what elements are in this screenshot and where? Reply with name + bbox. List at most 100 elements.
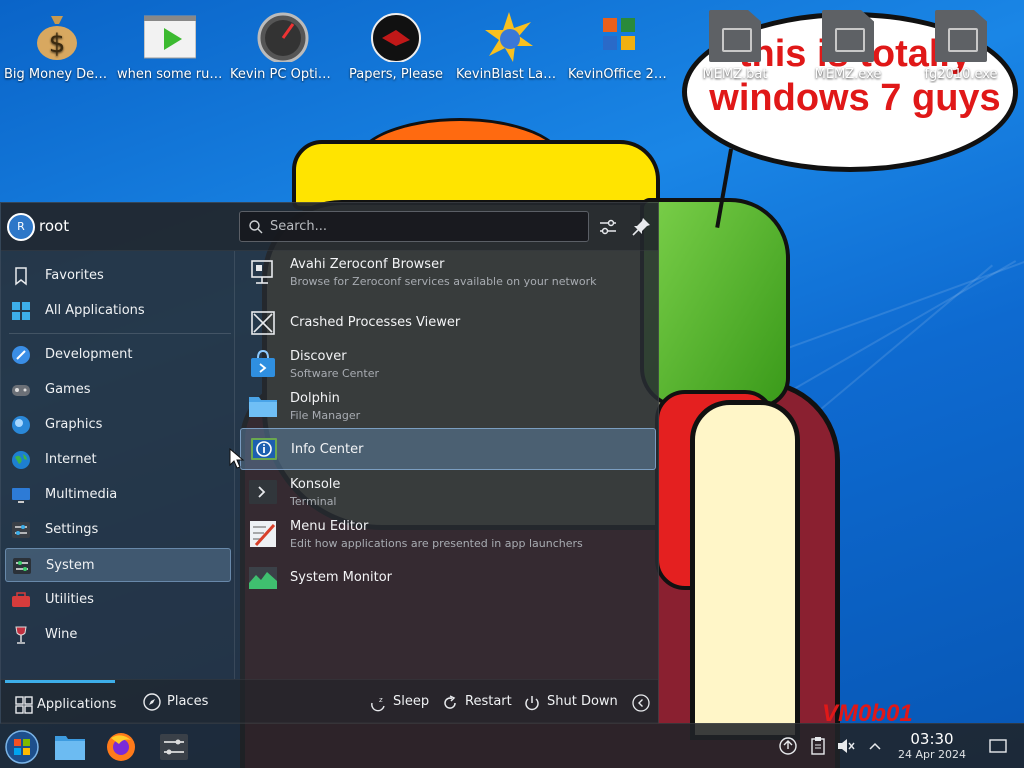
username[interactable]: root [39, 217, 69, 235]
network-browser-icon [251, 260, 273, 284]
clock-time[interactable]: 03:30 [900, 730, 964, 748]
play-video-icon [143, 10, 197, 62]
system-monitor-icon [249, 567, 277, 589]
info-center-icon [251, 438, 277, 460]
launcher-footer: Applications Places z Sleep Restart Shut… [1, 679, 658, 724]
app-menu-editor[interactable]: Menu Editor Edit how applications are pr… [240, 513, 656, 555]
sidebar-item-development[interactable]: Development [5, 338, 231, 372]
desktop-icon-memz-exe[interactable]: MEMZ.exe [793, 2, 903, 83]
application-launcher: R root Favorites All Applications Develo… [0, 202, 659, 724]
desktop-icon-kevinblast[interactable]: KevinBlast Launcher [454, 2, 564, 83]
sidebar-item-system[interactable]: System [5, 548, 231, 582]
taskbar-firefox[interactable] [101, 728, 141, 766]
desktop-icon-papers-please[interactable]: Papers, Please [341, 2, 451, 83]
app-dolphin[interactable]: Dolphin File Manager [240, 385, 656, 427]
desktop-icon-memz-bat[interactable]: MEMZ.bat [680, 2, 790, 83]
taskbar: 03:30 24 Apr 2024 [0, 723, 1024, 768]
application-list: Avahi Zeroconf Browser Browse for Zeroco… [237, 251, 659, 679]
category-sidebar: Favorites All Applications Development G… [1, 251, 235, 679]
more-actions-button[interactable] [632, 680, 652, 725]
desktop-icon-video[interactable]: when some russian runs a... [115, 2, 225, 83]
svg-text:$: $ [49, 29, 66, 59]
search-input[interactable] [270, 212, 580, 241]
crash-viewer-icon [251, 311, 275, 335]
sidebar-item-wine[interactable]: Wine [5, 618, 231, 652]
show-desktop-icon[interactable] [988, 736, 1008, 756]
sidebar-item-settings[interactable]: Settings [5, 513, 231, 547]
compass-icon [143, 693, 161, 711]
desktop-icon-fg2010[interactable]: fg2010.exe [906, 2, 1016, 83]
start-button[interactable] [2, 728, 42, 766]
development-icon [12, 346, 30, 364]
utilities-icon [12, 592, 30, 607]
tab-applications[interactable]: Applications [5, 680, 116, 725]
svg-text:z: z [379, 696, 383, 704]
wine-glass-icon [15, 626, 27, 644]
clipboard-icon[interactable] [808, 736, 828, 756]
shut-down-button[interactable]: Shut Down [523, 680, 618, 725]
sidebar-item-utilities[interactable]: Utilities [5, 583, 231, 617]
sidebar-item-multimedia[interactable]: Multimedia [5, 478, 231, 512]
updates-icon[interactable] [778, 736, 798, 756]
folder-icon [249, 397, 277, 417]
desktop-icon-kevin-optimizer[interactable]: Kevin PC Optimizer Ho... [228, 2, 338, 83]
start-orb-icon [5, 730, 39, 764]
wallpaper-arm [690, 400, 800, 740]
app-system-monitor[interactable]: System Monitor [240, 557, 656, 599]
system-icon [13, 558, 31, 574]
avatar[interactable]: R [7, 213, 35, 241]
search-icon [249, 220, 263, 234]
speedometer-icon [257, 10, 309, 64]
sidebar-divider [9, 333, 231, 334]
money-bag-icon: $ [31, 10, 83, 62]
papers-please-icon [370, 10, 422, 63]
sidebar-item-graphics[interactable]: Graphics [5, 408, 231, 442]
search-box[interactable] [239, 211, 589, 242]
power-icon [525, 696, 539, 711]
exe-file-icon [822, 10, 874, 62]
batch-file-icon [709, 10, 761, 62]
mouse-cursor-icon [229, 448, 245, 469]
launcher-header: R root [1, 203, 658, 251]
settings-sliders-icon [12, 522, 30, 538]
configure-icon[interactable] [596, 215, 620, 239]
expand-tray-icon[interactable] [865, 736, 885, 756]
app-info-center[interactable]: Info Center [240, 428, 656, 470]
bookmark-icon [15, 267, 27, 286]
sleep-icon: z [371, 696, 385, 712]
taskbar-file-manager[interactable] [50, 728, 90, 766]
apps-grid-icon [15, 696, 33, 714]
sidebar-item-games[interactable]: Games [5, 373, 231, 407]
system-settings-icon [160, 734, 188, 760]
restart-icon [444, 695, 456, 709]
wallpaper-green-shape [640, 198, 790, 408]
app-discover[interactable]: Discover Software Center [240, 343, 656, 385]
app-konsole[interactable]: Konsole Terminal [240, 471, 656, 513]
pin-icon[interactable] [629, 215, 653, 239]
menu-editor-icon [250, 521, 276, 547]
sidebar-item-favorites[interactable]: Favorites [5, 259, 231, 293]
sidebar-item-internet[interactable]: Internet [5, 443, 231, 477]
sidebar-item-all-applications[interactable]: All Applications [5, 294, 231, 328]
restart-button[interactable]: Restart [441, 680, 513, 725]
taskbar-system-settings[interactable] [154, 728, 194, 766]
sleep-button[interactable]: z Sleep [369, 680, 429, 725]
terminal-icon [249, 480, 277, 504]
gamepad-icon [12, 385, 30, 396]
app-avahi-zeroconf-browser[interactable]: Avahi Zeroconf Browser Browse for Zeroco… [240, 251, 656, 293]
app-crashed-processes-viewer[interactable]: Crashed Processes Viewer [240, 302, 656, 344]
multimedia-icon [12, 488, 30, 503]
desktop-icon-big-money[interactable]: $ Big Money Deluxe [2, 2, 112, 83]
file-manager-icon [55, 736, 85, 760]
discover-bag-icon [251, 349, 275, 377]
firefox-icon [107, 733, 135, 761]
graphics-icon [12, 416, 30, 434]
clock-date[interactable]: 24 Apr 2024 [893, 748, 971, 761]
blast-launcher-icon [483, 10, 535, 62]
tab-places[interactable]: Places [133, 680, 223, 725]
volume-muted-icon[interactable] [836, 736, 856, 756]
office-logo-icon [595, 10, 647, 62]
grid-apps-icon [12, 302, 30, 320]
chevron-left-icon [632, 694, 650, 712]
desktop-icon-kevinoffice[interactable]: KevinOffice 2009 [566, 2, 676, 83]
